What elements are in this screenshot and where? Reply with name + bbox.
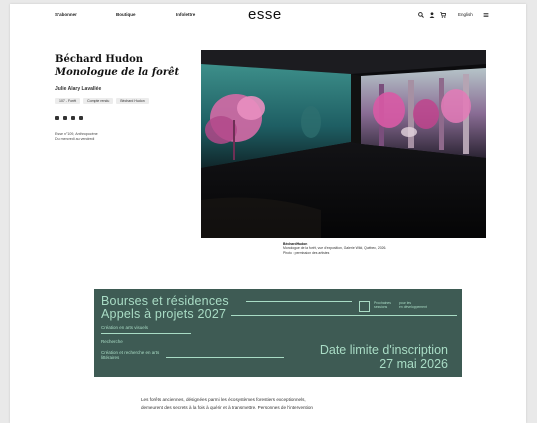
banner-heading: Appels à projets 2027 — [101, 307, 227, 321]
nav-shop-link[interactable]: Boutique — [116, 12, 136, 17]
search-icon[interactable] — [418, 12, 424, 18]
artwork-photo — [201, 50, 486, 238]
banner-category: Recherche — [101, 339, 123, 344]
tag-chip[interactable]: Compte rendu — [83, 98, 114, 104]
nav-subscribe-link[interactable]: S'abonner — [55, 12, 77, 17]
banner-heading: Bourses et résidences — [101, 294, 229, 308]
banner-category: Création et recherche en arts littéraire… — [101, 350, 160, 360]
caption-line: Photo : permission des artistes — [283, 250, 330, 255]
banner-divider — [101, 333, 191, 334]
site-logo[interactable]: esse — [248, 6, 282, 23]
tag-chip[interactable]: 107 - Forêt — [55, 98, 81, 104]
installation-image — [201, 50, 486, 238]
image-caption: BéchardHudon Monologue de la forêt, vue … — [283, 242, 423, 255]
banner-deadline-date: 27 mai 2026 — [379, 357, 448, 371]
menu-icon[interactable] — [483, 12, 489, 18]
page: S'abonner Boutique Infolettre esse Engli… — [10, 4, 526, 423]
banner-divider — [231, 315, 457, 316]
issue-note: Du mercredi au vendredi — [55, 137, 95, 141]
banner-small-text: Prochaines sessions — [374, 301, 391, 309]
banner-divider — [166, 357, 284, 358]
facebook-icon[interactable] — [55, 116, 59, 120]
issue-info: Esse n°109, Anthropocène Du mercredi au … — [55, 132, 115, 142]
grants-banner[interactable]: Bourses et résidences Appels à projets 2… — [94, 289, 462, 377]
nav-newsletter-link[interactable]: Infolettre — [176, 12, 195, 17]
banner-logo-box — [359, 301, 370, 312]
tag-chip[interactable]: Béchard Hudon — [116, 98, 149, 104]
email-icon[interactable] — [79, 116, 83, 120]
artwork-title: Monologue de la forêt — [55, 67, 180, 78]
banner-divider — [246, 301, 352, 302]
author-name[interactable]: Julie Alary Lavallée — [55, 86, 101, 92]
banner-deadline-label: Date limite d'inscription — [319, 343, 448, 357]
linkedin-icon[interactable] — [71, 116, 75, 120]
language-switch[interactable]: English — [458, 12, 473, 17]
user-icon[interactable] — [429, 12, 435, 18]
banner-category: Création en arts visuels — [101, 325, 149, 330]
site-header: S'abonner Boutique Infolettre esse Engli… — [10, 4, 526, 26]
body-paragraph-line: demeurent des secrets à la fois à quérir… — [141, 405, 313, 410]
cart-icon[interactable] — [440, 12, 446, 18]
banner-small-text: pour les en développement — [399, 301, 427, 309]
twitter-icon[interactable] — [63, 116, 67, 120]
tag-list: 107 - Forêt Compte rendu Béchard Hudon — [55, 98, 149, 104]
article-body: Les forêts anciennes, désignées parmi le… — [141, 396, 401, 412]
share-links — [55, 116, 83, 120]
body-paragraph-line: Les forêts anciennes, désignées parmi le… — [141, 397, 306, 402]
artist-name: Béchard Hudon — [55, 54, 144, 65]
